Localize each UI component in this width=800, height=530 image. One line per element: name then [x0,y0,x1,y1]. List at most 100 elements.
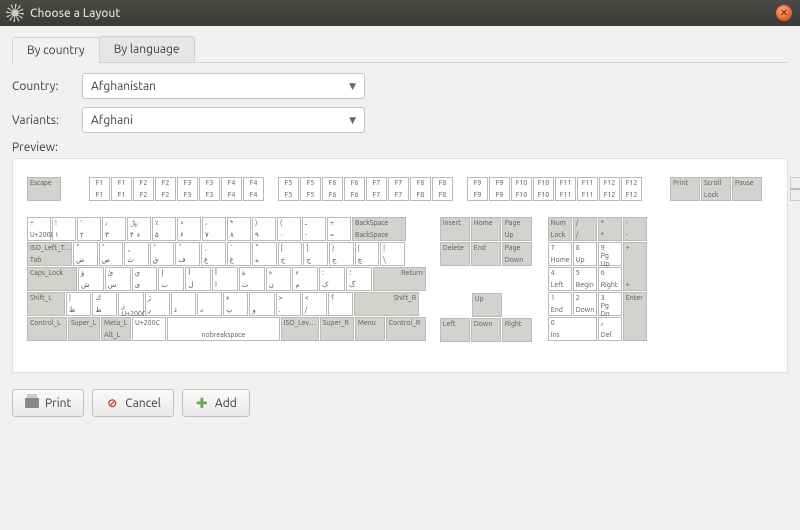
country-select[interactable]: Afghanistan ▼ [82,73,365,99]
key-left: Left [440,318,470,342]
key-f: F2F2 [133,177,154,201]
key-numpad: ٫Del [598,317,622,341]
tab-by-country[interactable]: By country [12,37,100,63]
key-f: F4F4 [243,177,264,201]
key: ز ‎ U+200C [118,292,143,316]
key: ئس [105,267,131,291]
key-f: F12F12 [621,177,642,201]
key: ٫۳ [102,217,126,241]
key: و [249,292,274,316]
add-label: Add [215,397,237,410]
plus-icon: ✚ [195,396,209,410]
cancel-icon: ⊘ [105,396,119,410]
key-numpad: NumLock [548,217,572,241]
key: ْض [73,242,98,266]
key-numpad: ++ [623,242,647,291]
key-f: F5F5 [278,177,299,201]
print-label: Print [45,397,71,410]
variants-label: Variants: [12,114,82,127]
key: *۸ [227,217,251,241]
key-numpad: ** [598,217,622,241]
key: ذ [171,292,196,316]
key: [خ [278,242,303,266]
cancel-button[interactable]: ⊘ Cancel [92,389,174,417]
key: ُف [175,242,200,266]
key-ctrl-l: Control_L [27,317,67,341]
key-super-r: Super_R [320,317,354,341]
key-numpad: 4Left [548,267,572,291]
key-numpad: 1End [548,292,572,316]
key: ،۷ [202,217,226,241]
gear-icon [8,6,22,20]
key-menu: Menu [355,317,385,341]
key-f: F1F1 [89,177,110,201]
key-shift-l: Shift_L [27,292,65,316]
key: ‌د [197,292,222,316]
titlebar: Choose a Layout ✕ [0,0,800,26]
key: ةت [239,267,265,291]
key: ـ- [302,217,326,241]
variants-select[interactable]: Afghani ▼ [82,107,365,133]
key: }ج [329,242,354,266]
key-tilde: ÷U+200D [27,217,51,241]
preview-box: Escape F1F1F1F1F2F2F2F2F3F3F3F3F4F4F4F4 … [12,158,788,373]
key-down: Down [471,318,501,342]
key-nav: End [471,242,501,266]
window-title: Choose a Layout [30,7,120,20]
key-nav: PageDown [502,242,532,266]
key: «م [292,267,318,291]
key-f: F8F8 [410,177,431,201]
key: ]ح [303,242,328,266]
tab-by-language[interactable]: By language [99,36,195,62]
key: |\ [380,242,405,266]
key-numpad: 7Home [548,242,572,266]
key: ٬۲ [77,217,101,241]
key-shift-r: Shift_R [354,292,419,316]
print-button[interactable]: Print [12,389,84,417]
key: )۹ [252,217,276,241]
key-space: nobreakspace [167,317,280,341]
key: ٪۵ [152,217,176,241]
key-alt-l: Meta_LAlt_L [101,317,131,341]
key-zwnj: U+200C [132,317,166,341]
key-nav: Home [471,217,501,241]
tabs: By country By language [12,36,788,63]
add-button[interactable]: ✚ Add [182,389,250,417]
chevron-down-icon: ▼ [349,115,356,126]
cancel-label: Cancel [125,397,161,410]
key-numpad: 9Pg Up [598,242,622,266]
key: ٍث [124,242,149,266]
key-escape: Escape [27,177,61,201]
key-numpad: 6Right [598,267,622,291]
key-f: F6F6 [344,177,365,201]
key: َع [227,242,252,266]
key: !۱ [52,217,76,241]
key: إب [158,267,184,291]
chevron-down-icon: ▼ [349,81,356,92]
key-f: F8F8 [432,177,453,201]
key: ؤش [78,267,104,291]
key-numpad: 8Up [573,242,597,266]
key: </ [302,292,327,316]
key: ٌص [99,242,124,266]
key-f: F12F12 [599,177,620,201]
key-f: F1F1 [111,177,132,201]
key-f: F2F2 [155,177,176,201]
key-right: Right [502,318,532,342]
key-f: F10F10 [511,177,532,201]
key-capslock: Caps_Lock [27,267,77,291]
close-icon[interactable]: ✕ [776,5,792,21]
key-return: Return [373,267,426,291]
key: ؟ [328,292,353,316]
key: ّه [252,242,277,266]
key: ژر [145,292,170,316]
key-nav: Delete [440,242,470,266]
preview-label: Preview: [12,141,788,154]
key-f: F4F4 [221,177,242,201]
key: ِغ [201,242,226,266]
key-f: F10F10 [533,177,554,201]
key: يی [132,267,158,291]
variants-value: Afghani [91,114,133,127]
key-iso: ISO_Lev… [281,317,319,341]
key-f: F7F7 [388,177,409,201]
